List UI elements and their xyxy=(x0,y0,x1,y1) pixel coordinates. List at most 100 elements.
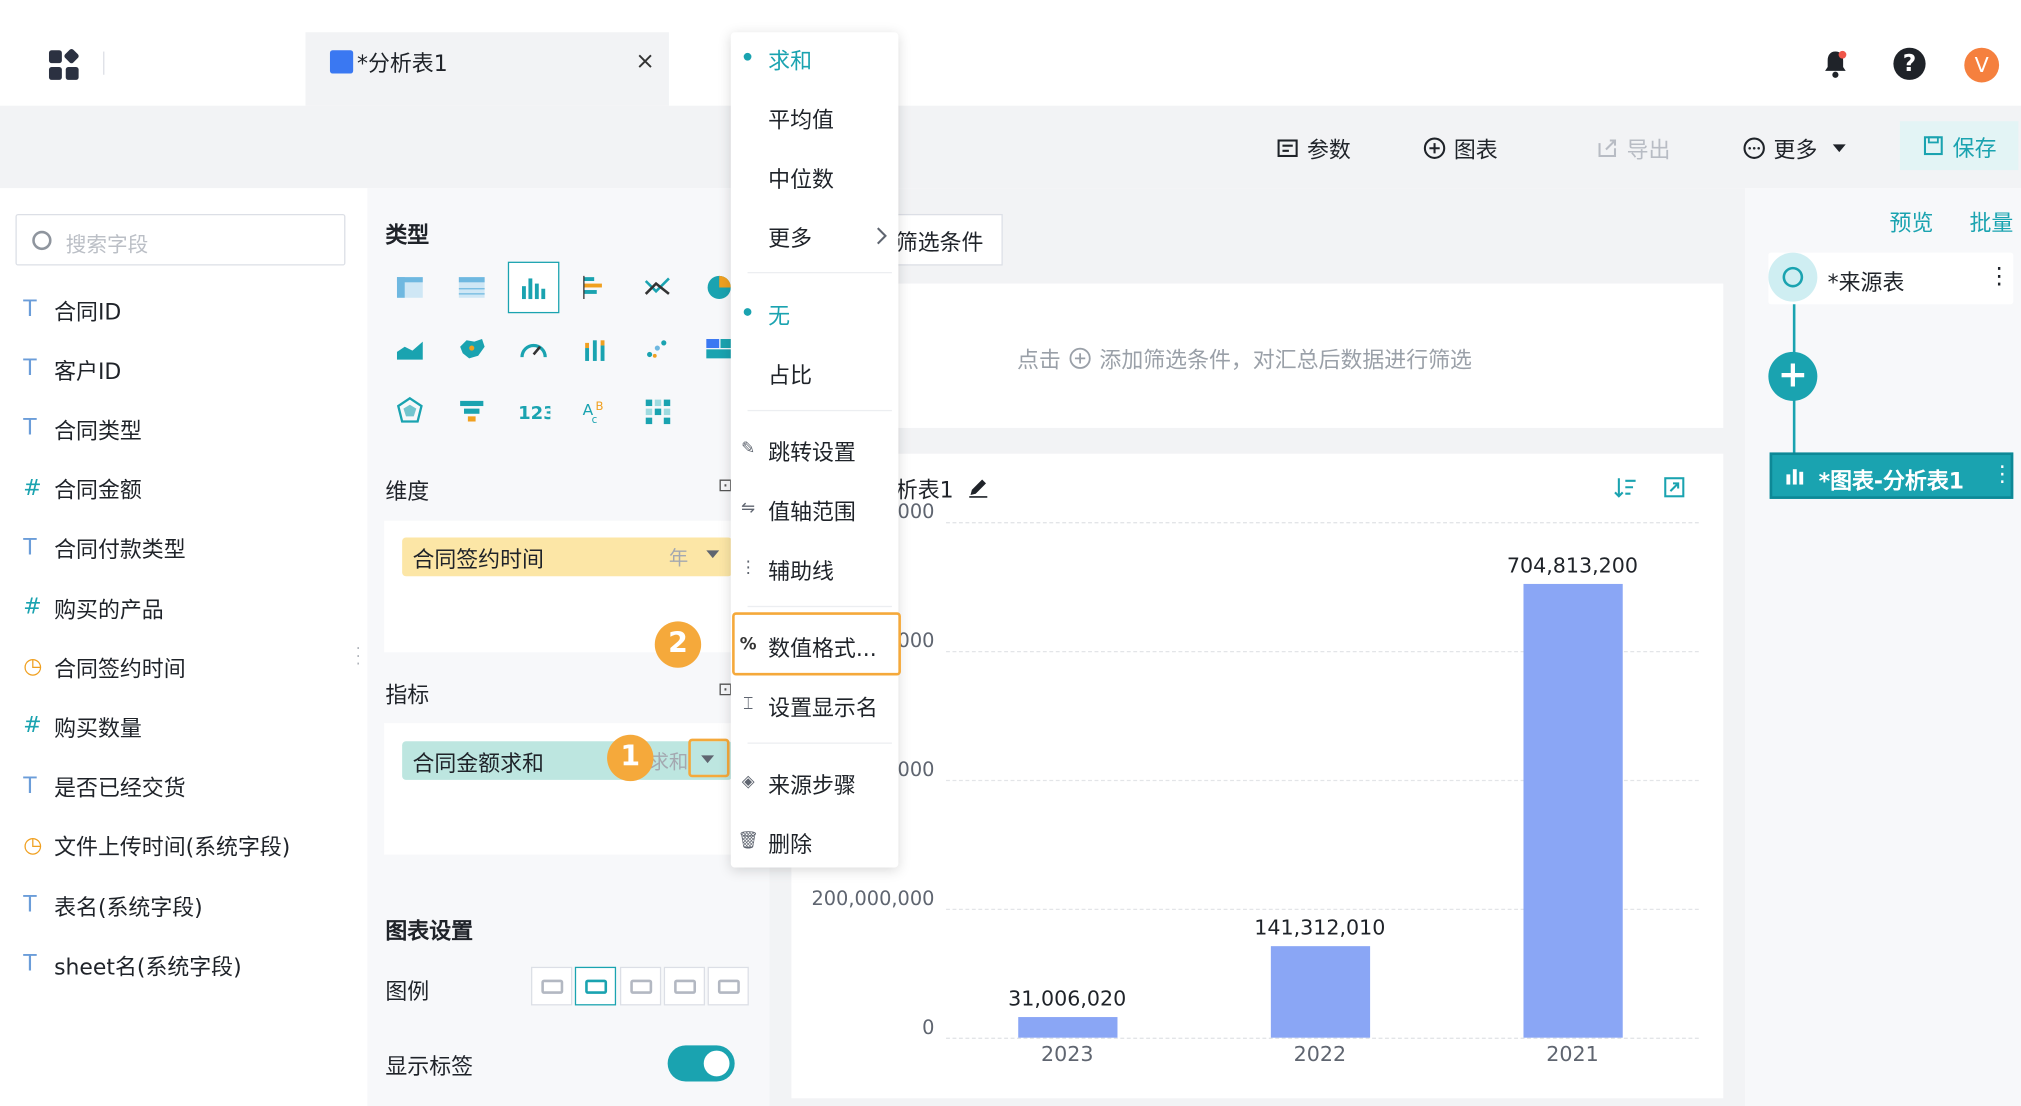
save-icon xyxy=(1923,136,1943,156)
field-item[interactable]: T 合同类型 xyxy=(23,410,142,446)
menu-item-delete[interactable]: 删除 xyxy=(768,826,812,859)
gridline xyxy=(946,522,1699,524)
funnel-chart-type-icon[interactable] xyxy=(454,393,490,429)
menu-item-axis-range[interactable]: 值轴范围 xyxy=(768,494,856,526)
field-item[interactable]: # 合同金额 xyxy=(23,470,142,506)
avatar[interactable]: V xyxy=(1964,47,2000,83)
show-labels-label: 显示标签 xyxy=(385,1054,474,1081)
radar-chart-type-icon[interactable] xyxy=(392,393,428,429)
menu-divider xyxy=(747,409,892,412)
field-item[interactable]: # 购买数量 xyxy=(23,708,142,744)
horizontal-bar-type-icon[interactable] xyxy=(577,269,613,305)
search-placeholder: 搜索字段 xyxy=(65,232,149,257)
batch-link[interactable]: 批量 xyxy=(1969,205,2013,237)
field-item[interactable]: ◷ 合同签约时间 xyxy=(23,649,185,685)
filter-hint[interactable]: 点击 添加筛选条件，对汇总后数据进行筛选 xyxy=(1017,342,1472,374)
field-item[interactable]: T 合同ID xyxy=(23,291,121,327)
legend-none-option[interactable] xyxy=(531,966,573,1006)
menu-item-number-format[interactable]: 数值格式... xyxy=(768,630,877,663)
word-cloud-type-icon[interactable]: ABc xyxy=(577,393,613,429)
chevron-down-icon xyxy=(701,755,715,764)
bar-chart-icon xyxy=(1786,469,1804,485)
help-icon[interactable]: ? xyxy=(1893,47,1926,80)
export-button[interactable]: 导出 xyxy=(1596,131,1670,164)
menu-item-source-step[interactable]: 来源步骤 xyxy=(768,767,856,799)
field-item[interactable]: ◷ 文件上传时间(系统字段) xyxy=(23,827,290,863)
edit-icon[interactable] xyxy=(967,476,990,499)
time-type-icon: ◷ xyxy=(23,653,43,680)
field-item[interactable]: Tsheet名(系统字段) xyxy=(23,946,241,982)
close-icon[interactable]: × xyxy=(635,48,654,75)
bar[interactable] xyxy=(1270,946,1370,1038)
menu-item-sum[interactable]: 求和 xyxy=(768,43,812,75)
field-search-input[interactable]: 搜索字段 xyxy=(15,213,346,266)
bar[interactable] xyxy=(1017,1017,1117,1038)
dimension-pill[interactable]: 合同签约时间 年 xyxy=(402,537,733,577)
target-icon xyxy=(1768,252,1818,302)
stacked-bar-type-icon[interactable] xyxy=(577,331,613,367)
menu-item-display-name[interactable]: 设置显示名 xyxy=(768,690,878,722)
menu-item-average[interactable]: 平均值 xyxy=(768,102,834,134)
add-chart-button[interactable]: 图表 xyxy=(1423,131,1498,164)
field-item[interactable]: # 购买的产品 xyxy=(23,589,163,625)
metric-label: 指标 xyxy=(385,683,430,709)
field-item[interactable]: T 合同付款类型 xyxy=(23,530,185,566)
metric-pill[interactable]: 合同金额求和 求和 xyxy=(402,741,733,780)
scatter-chart-type-icon[interactable] xyxy=(639,331,675,367)
menu-item-none[interactable]: 无 xyxy=(768,298,790,330)
more-button[interactable]: 更多 xyxy=(1743,131,1846,164)
more-vertical-icon[interactable]: ⋮ xyxy=(1991,461,2013,487)
bar[interactable] xyxy=(1522,583,1623,1038)
number-card-type-icon[interactable]: 123 xyxy=(516,393,552,429)
heatmap-chart-type-icon[interactable] xyxy=(639,393,675,429)
more-vertical-icon[interactable]: ⋮ xyxy=(1987,263,2010,290)
apps-grid-icon[interactable] xyxy=(48,47,80,81)
legend-label: 图例 xyxy=(385,979,430,1006)
type-label: 类型 xyxy=(385,223,430,249)
field-item[interactable]: T 是否已经交货 xyxy=(23,768,185,804)
show-labels-toggle[interactable] xyxy=(667,1045,735,1082)
metric-dropdown-button[interactable] xyxy=(688,738,730,778)
legend-bottom-option[interactable] xyxy=(707,966,749,1006)
number-format-icon: % xyxy=(739,635,757,655)
preview-link[interactable]: 预览 xyxy=(1890,205,1934,237)
gauge-chart-type-icon[interactable] xyxy=(516,331,552,367)
area-chart-type-icon[interactable] xyxy=(392,331,428,367)
chart-node[interactable]: *图表-分析表1 ⋮ xyxy=(1769,452,2014,499)
legend-right-option[interactable] xyxy=(574,966,617,1006)
text-type-icon: T xyxy=(23,772,37,799)
menu-item-ratio[interactable]: 占比 xyxy=(768,357,812,390)
chevron-down-icon[interactable] xyxy=(706,550,720,559)
field-item[interactable]: T 表名(系统字段) xyxy=(23,887,202,923)
menu-divider xyxy=(747,271,892,274)
detail-table-type-icon[interactable] xyxy=(454,269,490,305)
tab-analysis-sheet[interactable]: *分析表1 × xyxy=(305,32,669,106)
filter-button[interactable]: 筛选条件 xyxy=(884,213,1003,266)
field-item[interactable]: T 客户ID xyxy=(23,351,121,387)
source-table-node[interactable]: *来源表 ⋮ xyxy=(1768,252,2014,305)
menu-item-guide-line[interactable]: 辅助线 xyxy=(768,553,834,585)
field-label: 是否已经交货 xyxy=(54,776,186,802)
number-type-icon: # xyxy=(23,713,42,740)
expand-icon[interactable] xyxy=(1663,476,1686,499)
params-button[interactable]: 参数 xyxy=(1276,131,1351,164)
resize-handle[interactable]: · · · xyxy=(356,641,361,672)
params-icon xyxy=(1277,138,1298,157)
menu-item-more[interactable]: 更多 xyxy=(768,220,812,253)
menu-item-median[interactable]: 中位数 xyxy=(768,161,834,194)
field-label: 合同类型 xyxy=(54,418,142,445)
bell-icon[interactable] xyxy=(1820,49,1851,80)
table-chart-type-icon[interactable] xyxy=(392,269,428,305)
save-button[interactable]: 保存 xyxy=(1899,121,2019,171)
line-chart-type-icon[interactable] xyxy=(639,269,675,305)
menu-item-jump-settings[interactable]: 跳转设置 xyxy=(768,434,856,467)
field-label: 合同ID xyxy=(54,299,122,326)
svg-text:123: 123 xyxy=(518,403,550,424)
legend-left-option[interactable] xyxy=(619,966,662,1006)
bar-chart-type-icon[interactable] xyxy=(507,261,560,314)
bar-data-label: 31,006,020 xyxy=(1008,986,1127,1012)
legend-top-option[interactable] xyxy=(663,966,706,1006)
map-chart-type-icon[interactable] xyxy=(454,331,490,367)
add-step-button[interactable]: + xyxy=(1768,351,1818,401)
sort-icon[interactable] xyxy=(1614,476,1637,499)
